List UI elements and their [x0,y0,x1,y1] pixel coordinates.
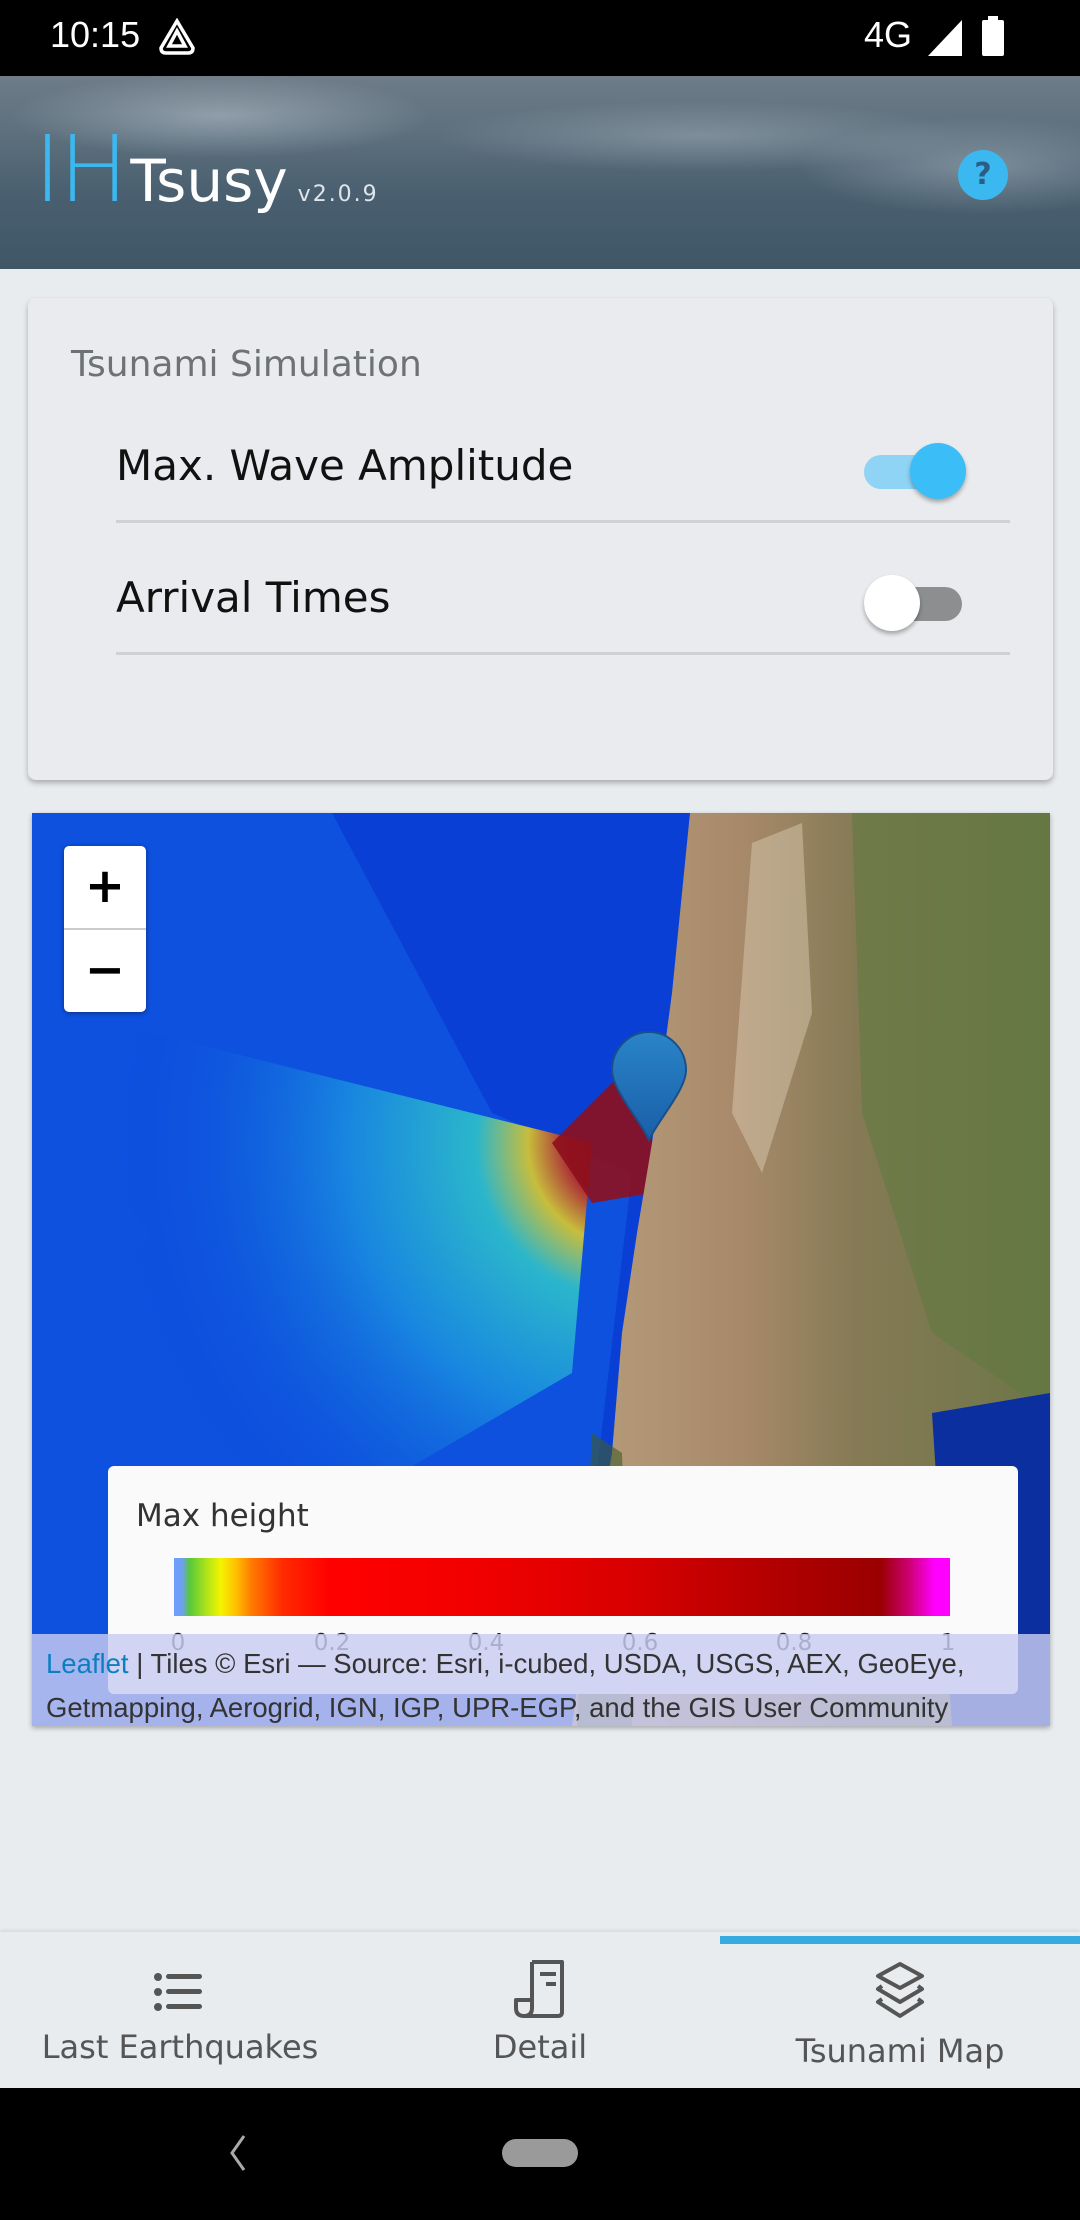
layers-icon [876,1962,924,2018]
legend-color-scale [174,1558,950,1616]
toggle-thumb [910,443,966,499]
active-tab-indicator [720,1936,1080,1944]
option-row-max-wave-amplitude: Max. Wave Amplitude [116,393,1010,523]
arrival-times-toggle[interactable] [864,575,962,631]
option-label: Max. Wave Amplitude [116,441,574,490]
help-button[interactable]: ? [958,150,1008,200]
logo-prefix: IH [34,116,128,223]
zoom-out-button[interactable]: − [64,928,146,1010]
attribution-text: | Tiles © Esri — Source: Esri, i-cubed, … [46,1648,965,1723]
option-label: Arrival Times [116,573,391,622]
zoom-control: + − [64,846,146,1012]
app-header: IH Tsusy v2.0.9 ? [0,76,1080,269]
home-pill-button[interactable] [502,2139,578,2167]
card-title: Tsunami Simulation [71,344,422,385]
app-logo: IH Tsusy v2.0.9 [34,124,379,216]
tab-tsunami-map[interactable]: Tsunami Map [720,1932,1080,2088]
signal-icon [928,20,962,56]
simulation-card: Tsunami Simulation Max. Wave Amplitude A… [28,298,1053,780]
app-name: Tsusy [130,147,288,215]
system-navigation-bar [0,2088,1080,2220]
status-time: 10:15 [50,14,141,55]
tab-label: Detail [492,2028,588,2066]
epicenter-marker-icon[interactable] [610,1030,688,1142]
toggle-thumb [864,575,920,631]
list-icon [154,1973,202,2011]
tab-last-earthquakes[interactable]: Last Earthquakes [0,1932,360,2088]
bottom-tab-bar: Last Earthquakes Detail Tsunami Map [0,1932,1080,2088]
option-row-arrival-times: Arrival Times [116,525,1010,655]
tsunami-map[interactable]: + − Max height 0 0.2 0.4 0.6 0.8 1 Leafl… [32,813,1050,1726]
app-version: v2.0.9 [297,182,379,207]
tab-label: Last Earthquakes [41,2028,319,2066]
notification-icon [159,18,195,55]
max-wave-amplitude-toggle[interactable] [864,443,966,499]
status-bar: 10:15 4G [0,0,1080,76]
legend-title: Max height [136,1498,309,1534]
zoom-in-button[interactable]: + [64,846,146,928]
battery-icon [982,16,1004,56]
leaflet-link[interactable]: Leaflet [46,1648,129,1679]
tab-label: Tsunami Map [795,2032,1005,2070]
receipt-icon [514,1960,564,2018]
tab-detail[interactable]: Detail [360,1932,720,2088]
back-icon[interactable] [226,2128,250,2178]
map-attribution: Leaflet | Tiles © Esri — Source: Esri, i… [32,1634,1050,1726]
network-type: 4G [864,14,913,55]
